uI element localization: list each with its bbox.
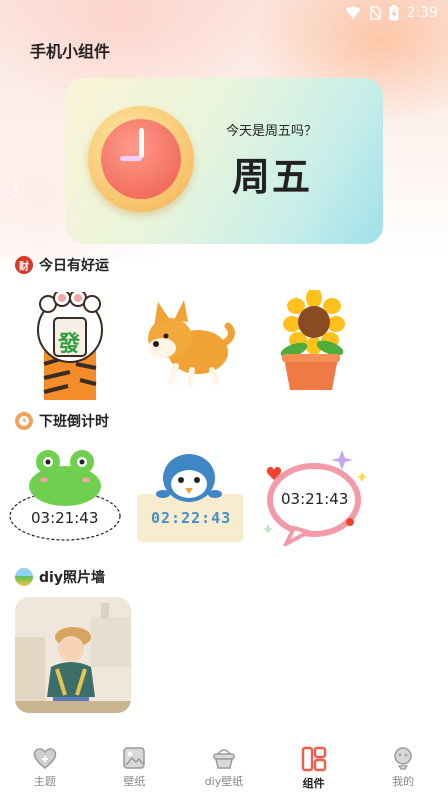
child-photo-image (15, 597, 131, 713)
clock-icon (88, 106, 194, 212)
frog-icon (9, 450, 121, 541)
status-time: 2:39 (406, 5, 438, 21)
sunflower-icon (280, 288, 345, 390)
tab-label: diy壁纸 (204, 775, 244, 788)
tab-label: 我的 (392, 775, 415, 788)
page-title: 手机小组件 (30, 42, 111, 61)
tab-theme[interactable]: 主题 (0, 738, 90, 796)
section-title-luck: 今日有好运 (39, 258, 109, 274)
image-icon (123, 747, 146, 769)
decorative-dots (14, 168, 20, 201)
penguin-countdown-widget[interactable]: 02:22:43 (137, 452, 243, 542)
penguin-icon (137, 454, 243, 542)
shiba-dog-widget[interactable] (140, 296, 235, 388)
tab-widgets[interactable]: 组件 (269, 738, 359, 796)
frog-countdown-time: 03:21:43 (31, 509, 99, 527)
sunflower-widget[interactable] (272, 288, 348, 394)
heart-icon (33, 748, 57, 769)
section-title-photo-wall: diy照片墙 (39, 570, 105, 586)
mahjong-tile-text: 發 (58, 332, 81, 357)
status-bar: 2:39 (0, 0, 448, 26)
alarm-clock-icon (15, 412, 33, 430)
widgets-icon (301, 746, 326, 772)
weekday-question: 今天是周五吗？ (226, 124, 318, 139)
bubble-countdown-widget[interactable]: 03:21:43 (258, 446, 370, 549)
tab-wallpaper[interactable]: 壁纸 (90, 738, 180, 796)
frog-countdown-widget[interactable]: 03:21:43 (8, 450, 123, 542)
section-header-countdown: 下班倒计时 (15, 411, 109, 431)
weekday-widget-card[interactable]: 今天是周五吗？ 周五 (66, 78, 383, 244)
landscape-icon (15, 568, 33, 586)
penguin-countdown-time: 02:22:43 (151, 509, 232, 527)
battery-icon (389, 5, 399, 21)
tab-label: 壁纸 (123, 775, 146, 788)
bubble-countdown-time: 03:21:43 (281, 490, 349, 508)
basket-icon (213, 749, 235, 769)
fortune-badge-icon: 财 (15, 256, 33, 274)
tab-diy-wallpaper[interactable]: diy壁纸 (179, 738, 269, 796)
photo-wall-widget[interactable] (15, 597, 131, 713)
tab-profile[interactable]: 我的 (358, 738, 448, 796)
wifi-icon (345, 6, 361, 19)
section-title-countdown: 下班倒计时 (39, 414, 109, 430)
weekday-answer: 周五 (232, 155, 313, 199)
tab-label: 主题 (33, 775, 56, 788)
shiba-dog-icon (148, 300, 235, 387)
no-sim-icon (368, 6, 381, 20)
section-header-photo-wall: diy照片墙 (15, 567, 105, 587)
profile-icon (394, 747, 412, 770)
tab-label: 组件 (302, 777, 325, 790)
bottom-tab-bar: 主题 壁纸 diy壁纸 组件 我的 (0, 738, 448, 796)
lucky-cat-paw-widget[interactable]: 發 (30, 289, 110, 400)
section-header-luck: 财 今日有好运 (15, 255, 109, 275)
